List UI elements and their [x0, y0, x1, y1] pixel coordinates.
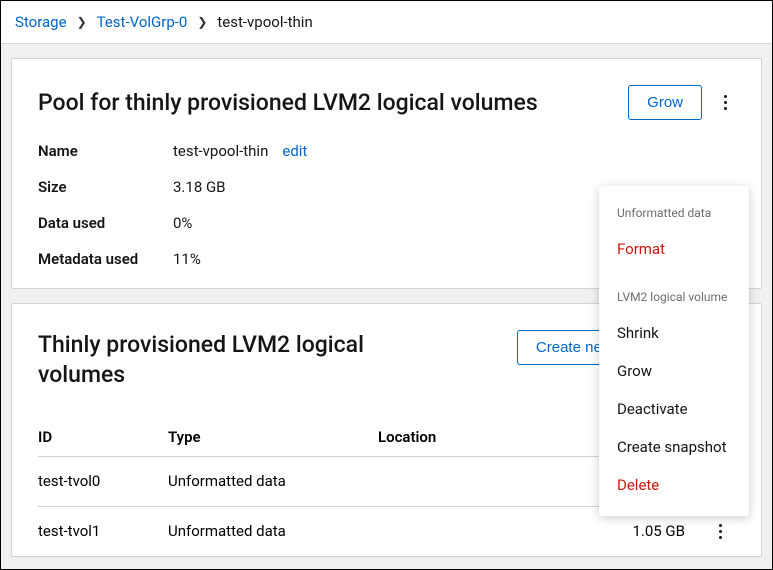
- menu-heading-unformatted: Unformatted data: [599, 202, 749, 230]
- label-metadata-used: Metadata used: [38, 250, 173, 268]
- cell-type: Unformatted data: [168, 472, 378, 490]
- menu-shrink[interactable]: Shrink: [599, 314, 749, 352]
- header-id: ID: [38, 428, 168, 446]
- grow-button[interactable]: Grow: [628, 85, 702, 120]
- menu-delete[interactable]: Delete: [599, 466, 749, 504]
- breadcrumb-storage[interactable]: Storage: [15, 13, 67, 31]
- label-size: Size: [38, 178, 173, 196]
- row-kebab-menu[interactable]: [711, 520, 730, 543]
- menu-grow[interactable]: Grow: [599, 352, 749, 390]
- label-data-used: Data used: [38, 214, 173, 232]
- menu-deactivate[interactable]: Deactivate: [599, 390, 749, 428]
- label-name: Name: [38, 142, 173, 160]
- cell-type: Unformatted data: [168, 522, 378, 540]
- breadcrumb-current: test-vpool-thin: [217, 13, 312, 31]
- chevron-right-icon: ❯: [77, 15, 87, 29]
- context-menu: Unformatted data Format LVM2 logical vol…: [599, 186, 749, 516]
- breadcrumb: Storage ❯ Test-VolGrp-0 ❯ test-vpool-thi…: [1, 1, 772, 44]
- header-type: Type: [168, 428, 378, 446]
- edit-link[interactable]: edit: [282, 142, 307, 160]
- menu-snapshot[interactable]: Create snapshot: [599, 428, 749, 466]
- pool-title: Pool for thinly provisioned LVM2 logical…: [38, 89, 538, 116]
- menu-heading-lvm2: LVM2 logical volume: [599, 286, 749, 314]
- chevron-right-icon: ❯: [197, 15, 207, 29]
- menu-format[interactable]: Format: [599, 230, 749, 268]
- value-name: test-vpool-thinedit: [173, 142, 735, 160]
- volumes-title: Thinly provisioned LVM2 logical volumes: [38, 330, 398, 390]
- cell-size: 1.05 GB: [595, 522, 705, 540]
- cell-id: test-tvol1: [38, 522, 168, 540]
- pool-kebab-menu[interactable]: [716, 91, 735, 114]
- cell-id: test-tvol0: [38, 472, 168, 490]
- breadcrumb-volgroup[interactable]: Test-VolGrp-0: [97, 13, 188, 31]
- header-location: Location: [378, 428, 595, 446]
